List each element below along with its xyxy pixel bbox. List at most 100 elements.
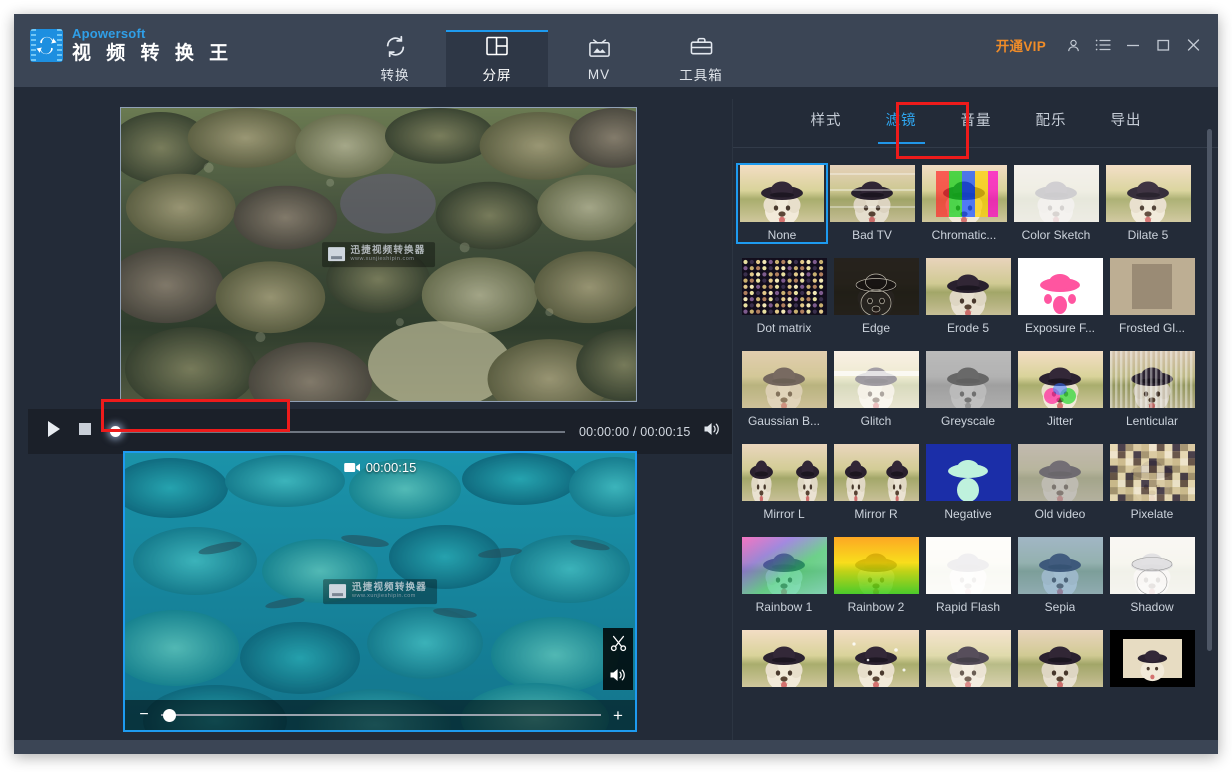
zoom-slider-handle[interactable]: [163, 709, 176, 722]
filter-thumbnail: [926, 537, 1011, 594]
nav-tab-toolbox[interactable]: 工具箱: [650, 30, 752, 87]
clip-zoom-bar: − +: [125, 700, 635, 730]
properties-panel: 样式 滤镜 音量 配乐 导出: [732, 99, 1218, 740]
filter-item-old-video[interactable]: Old video: [1014, 444, 1106, 521]
filter-item-29[interactable]: [1106, 630, 1198, 693]
main-nav-tabs[interactable]: 转换 分屏: [344, 30, 752, 87]
zoom-slider[interactable]: [161, 707, 601, 723]
zoom-slider-track: [161, 714, 601, 716]
filter-item-erode-5[interactable]: Erode 5: [922, 258, 1014, 335]
filter-item-26[interactable]: [830, 630, 922, 693]
filter-label: Color Sketch: [1022, 228, 1091, 242]
menu-icon[interactable]: [1088, 32, 1118, 58]
application-window: Apowersoft 视 频 转 换 王 转换: [14, 14, 1218, 754]
filter-item-exposure-f[interactable]: Exposure F...: [1014, 258, 1106, 335]
watermark-logo-icon: [329, 584, 346, 598]
clip-preview-selected[interactable]: 00:00:15 迅捷视频转换器 www.xunjieshipin.com: [123, 451, 637, 732]
watermark-subtitle: www.xunjieshipin.com: [352, 595, 427, 601]
filter-thumbnail: [926, 258, 1011, 315]
nav-tab-mv[interactable]: MV: [548, 30, 650, 87]
nav-tab-toolbox-label: 工具箱: [679, 64, 723, 84]
filter-item-mirror-l[interactable]: Mirror L: [738, 444, 830, 521]
volume-icon[interactable]: [609, 667, 627, 683]
tab-volume[interactable]: 音量: [957, 103, 996, 144]
nav-tab-mv-label: MV: [588, 67, 610, 82]
video-camera-icon: [344, 461, 361, 474]
nav-tab-split-screen[interactable]: 分屏: [446, 30, 548, 87]
filter-item-gaussian-b[interactable]: Gaussian B...: [738, 351, 830, 428]
filter-item-none[interactable]: None: [738, 165, 826, 242]
filter-item-rainbow-1[interactable]: Rainbow 1: [738, 537, 830, 614]
filter-item-jitter[interactable]: Jitter: [1014, 351, 1106, 428]
play-icon[interactable]: [46, 420, 62, 443]
filter-thumbnail: [1110, 630, 1195, 687]
filter-thumbnail: [1018, 444, 1103, 501]
video-preview-main[interactable]: 迅捷视频转换器 www.xunjieshipin.com: [120, 107, 637, 402]
clip-watermark: 迅捷视频转换器 www.xunjieshipin.com: [323, 579, 437, 605]
filter-item-shadow[interactable]: Shadow: [1106, 537, 1198, 614]
maximize-icon[interactable]: [1148, 32, 1178, 58]
tab-export[interactable]: 导出: [1107, 103, 1146, 144]
filter-label: Lenticular: [1126, 414, 1178, 428]
filter-thumbnail: [742, 351, 827, 408]
filter-thumbnail: [742, 444, 827, 501]
account-icon[interactable]: [1058, 32, 1088, 58]
filter-item-bad-tv[interactable]: Bad TV: [826, 165, 918, 242]
filter-item-greyscale[interactable]: Greyscale: [922, 351, 1014, 428]
filter-thumbnail: [1018, 258, 1103, 315]
volume-icon[interactable]: [703, 421, 721, 442]
zoom-out-button[interactable]: −: [137, 707, 151, 723]
filter-item-28[interactable]: [1014, 630, 1106, 693]
filter-item-dot-matrix[interactable]: Dot matrix: [738, 258, 830, 335]
filter-label: Glitch: [861, 414, 892, 428]
nav-tab-convert-label: 转换: [381, 64, 410, 84]
seek-handle[interactable]: [110, 426, 121, 437]
filter-thumbnail: [742, 537, 827, 594]
vip-upgrade-button[interactable]: 开通VIP: [996, 35, 1046, 55]
filter-item-dilate-5[interactable]: Dilate 5: [1102, 165, 1194, 242]
tab-music[interactable]: 配乐: [1032, 103, 1071, 144]
zoom-in-button[interactable]: +: [611, 707, 625, 724]
convert-arrows-icon: [30, 29, 63, 62]
filter-item-frosted-gl[interactable]: Frosted Gl...: [1106, 258, 1198, 335]
filter-item-mirror-r[interactable]: Mirror R: [830, 444, 922, 521]
filter-item-27[interactable]: [922, 630, 1014, 693]
video-watermark: 迅捷视频转换器 www.xunjieshipin.com: [322, 242, 436, 268]
properties-tabs[interactable]: 样式 滤镜 音量 配乐 导出: [733, 99, 1218, 148]
tab-style[interactable]: 样式: [807, 103, 846, 144]
nav-tab-convert[interactable]: 转换: [344, 30, 446, 87]
filter-thumbnail: [1018, 351, 1103, 408]
filter-thumbnail: [1110, 351, 1195, 408]
seek-track: [110, 431, 565, 433]
filter-item-negative[interactable]: Negative: [922, 444, 1014, 521]
filter-label: Rapid Flash: [936, 600, 1000, 614]
seek-bar[interactable]: [110, 422, 565, 442]
filter-item-sepia[interactable]: Sepia: [1014, 537, 1106, 614]
filter-item-chromatic[interactable]: Chromatic...: [918, 165, 1010, 242]
cut-icon[interactable]: [610, 635, 627, 652]
filter-item-rapid-flash[interactable]: Rapid Flash: [922, 537, 1014, 614]
toolbox-icon: [689, 33, 714, 59]
filter-item-color-sketch[interactable]: Color Sketch: [1010, 165, 1102, 242]
stop-icon[interactable]: [78, 422, 92, 441]
minimize-icon[interactable]: [1118, 32, 1148, 58]
filter-thumbnail: [834, 258, 919, 315]
mv-icon: [587, 36, 612, 62]
filter-label: Negative: [944, 507, 991, 521]
nav-tab-split-screen-label: 分屏: [483, 64, 512, 84]
filter-item-glitch[interactable]: Glitch: [830, 351, 922, 428]
tab-filter[interactable]: 滤镜: [882, 103, 921, 144]
clip-duration-text: 00:00:15: [366, 460, 417, 475]
preview-pane: 迅捷视频转换器 www.xunjieshipin.com 00:00:00 / …: [28, 99, 732, 740]
filter-label: None: [768, 228, 797, 242]
filter-grid-scrollbar[interactable]: [1207, 129, 1212, 651]
filter-item-edge[interactable]: Edge: [830, 258, 922, 335]
filter-item-rainbow-2[interactable]: Rainbow 2: [830, 537, 922, 614]
filter-label: Shadow: [1130, 600, 1173, 614]
watermark-title: 迅捷视频转换器: [351, 246, 426, 256]
filter-label: Edge: [862, 321, 890, 335]
close-icon[interactable]: [1178, 32, 1208, 58]
filter-item-pixelate[interactable]: Pixelate: [1106, 444, 1198, 521]
filter-item-25[interactable]: [738, 630, 830, 693]
filter-item-lenticular[interactable]: Lenticular: [1106, 351, 1198, 428]
